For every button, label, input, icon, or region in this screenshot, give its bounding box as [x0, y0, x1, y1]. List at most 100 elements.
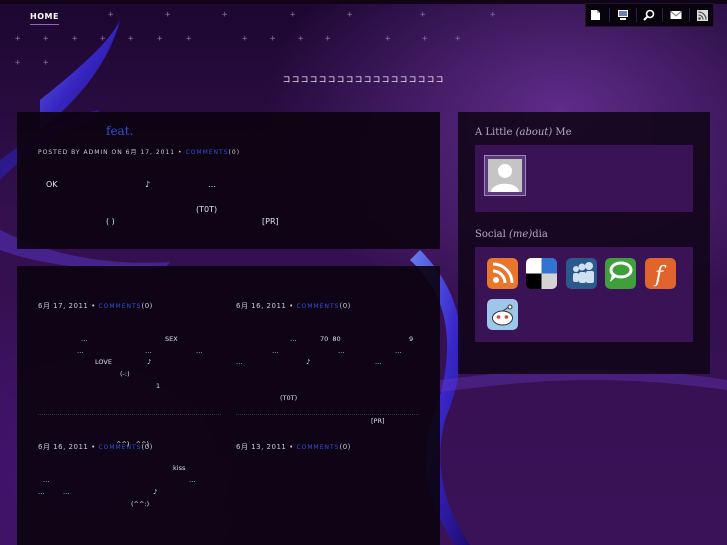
decor-plus: + — [242, 34, 248, 44]
decor-plus: + — [72, 34, 78, 44]
post-text: 1 — [156, 382, 161, 390]
friendfeed-icon[interactable]: f — [645, 258, 676, 289]
post-text: … — [63, 488, 70, 496]
decor-plus: + — [100, 34, 106, 44]
post-text: ( ) — [106, 217, 115, 226]
avatar[interactable] — [484, 155, 526, 196]
post-text: … — [395, 347, 402, 355]
post-text: SEX — [165, 335, 178, 343]
decor-plus: + — [270, 34, 276, 44]
post-text: 9 — [409, 335, 414, 343]
decor-plus: + — [43, 34, 49, 44]
social-heading-post: dia — [532, 229, 548, 240]
post-text: (T0T) — [196, 205, 218, 214]
comments-link[interactable]: COMMENTS — [296, 444, 339, 451]
about-heading-em: (about) — [515, 127, 553, 138]
technorati-icon[interactable] — [605, 258, 636, 289]
myspace-icon[interactable] — [566, 258, 597, 289]
decor-plus: + — [385, 34, 391, 44]
decor-plus: + — [157, 34, 163, 44]
comments-count: (0) — [141, 302, 153, 310]
comments-link[interactable]: COMMENTS — [296, 303, 339, 310]
decor-plus: + — [347, 10, 353, 20]
post-text: … — [189, 476, 196, 484]
avatar-image — [488, 159, 522, 192]
post-text: [PR] — [262, 217, 279, 226]
decor-plus: + — [290, 10, 296, 20]
icon-separator — [635, 8, 637, 22]
decor-plus: + — [43, 58, 49, 68]
post-text: (^^:) — [131, 500, 150, 508]
decor-plus: + — [420, 10, 426, 20]
post-text: … — [145, 347, 152, 355]
decor-plus: + — [298, 34, 304, 44]
about-heading-post: Me — [552, 127, 572, 138]
monitor-icon[interactable] — [616, 8, 630, 22]
icon-separator — [662, 8, 664, 22]
grid-post-meta: 6月 17, 2011 • COMMENTS(0) — [38, 301, 153, 311]
post-text: … — [196, 347, 203, 355]
post-text: (-:) — [120, 370, 130, 378]
decor-plus: + — [15, 34, 21, 44]
featured-post-panel — [17, 112, 440, 249]
decor-plus: + — [128, 34, 134, 44]
post-text: ^^) ^^) — [116, 440, 150, 448]
post-text: … — [38, 488, 45, 496]
decor-plus: + — [325, 34, 331, 44]
site-title[interactable]: ココココココココココココココココココ — [0, 74, 727, 85]
rss-icon[interactable] — [696, 8, 710, 22]
social-heading-em: (me) — [509, 229, 533, 240]
post-text: ♪ — [153, 488, 158, 496]
icon-separator — [689, 8, 691, 22]
post-text: (T0T) — [280, 394, 298, 402]
delicious-icon[interactable] — [526, 258, 557, 289]
comments-count: (0) — [339, 302, 351, 310]
post-divider — [236, 414, 419, 415]
post-date: 6月 17, 2011 • — [38, 302, 96, 310]
post-text: … — [81, 335, 88, 343]
search-icon[interactable] — [642, 8, 656, 22]
post-meta: POSTED BY ADMIN ON 6月 17, 2011 • COMMENT… — [38, 147, 240, 156]
decor-plus: + — [165, 10, 171, 20]
page-icon[interactable] — [589, 8, 603, 22]
comments-link[interactable]: COMMENTS — [186, 149, 229, 156]
rss-icon[interactable] — [487, 258, 518, 289]
post-divider — [38, 414, 221, 415]
post-text: [PR] — [371, 417, 385, 425]
post-title[interactable]: feat. — [106, 124, 133, 138]
comments-link[interactable]: COMMENTS — [98, 303, 141, 310]
post-text: … — [272, 347, 279, 355]
post-text: ♪ — [306, 358, 311, 366]
mail-icon[interactable] — [669, 8, 683, 22]
post-text: OK — [46, 180, 58, 189]
decor-plus: + — [222, 10, 228, 20]
post-text: … — [290, 335, 297, 343]
decor-plus: + — [15, 58, 21, 68]
social-heading: Social (me)dia — [475, 229, 548, 240]
nav-home-link[interactable]: HOME — [30, 12, 59, 25]
post-text: … — [338, 347, 345, 355]
grid-post-meta: 6月 16, 2011 • COMMENTS(0) — [236, 301, 351, 311]
about-heading: A Little (about) Me — [475, 127, 572, 138]
social-heading-pre: Social — [475, 229, 510, 240]
post-text: ♪ — [147, 358, 152, 366]
decor-plus: + — [108, 10, 114, 20]
reddit-icon[interactable] — [487, 299, 518, 330]
post-text: … — [375, 358, 382, 366]
post-text: … — [77, 347, 84, 355]
comments-count: (0) — [339, 443, 351, 451]
decor-plus: + — [186, 34, 192, 44]
post-text: LOVE — [95, 358, 112, 366]
post-text: … — [236, 358, 243, 366]
post-date: 6月 16, 2011 • — [38, 443, 96, 451]
post-text: kiss — [173, 464, 186, 472]
grid-post-meta: 6月 13, 2011 • COMMENTS(0) — [236, 442, 351, 452]
decor-plus: + — [455, 34, 461, 44]
decor-plus: + — [490, 10, 496, 20]
post-text: … — [43, 476, 50, 484]
header-icon-bar — [585, 3, 714, 27]
post-date: 6月 13, 2011 • — [236, 443, 294, 451]
post-text: 70 80 — [320, 335, 341, 343]
decor-plus: + — [422, 34, 428, 44]
post-text: ♪ — [145, 180, 151, 189]
